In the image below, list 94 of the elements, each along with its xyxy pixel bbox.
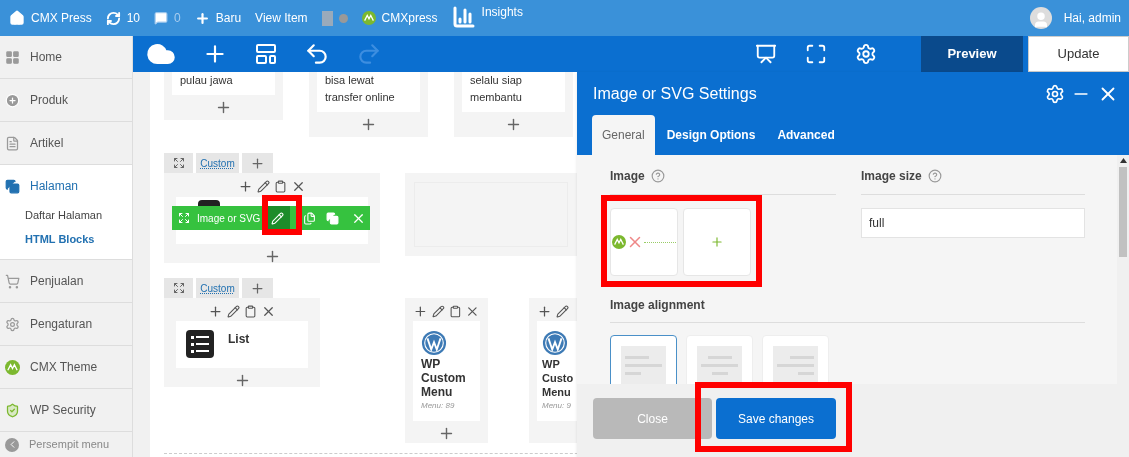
collapse-menu[interactable]: Persempit menu — [0, 432, 132, 457]
list-icon — [186, 330, 214, 358]
custom-link[interactable]: Custom — [196, 278, 239, 298]
sidebar-subitem[interactable]: HTML Blocks — [0, 227, 132, 251]
element-meta: Menu: 9 — [542, 400, 572, 412]
brand-icon — [361, 11, 376, 25]
element-title: WP Custo Menu — [542, 357, 575, 399]
card-text: selalu siap membantu — [470, 73, 523, 105]
gear-icon — [5, 316, 20, 332]
admin-bar-item[interactable]: CMXpress — [354, 0, 445, 36]
sidebar-item[interactable]: Artikel — [0, 122, 132, 164]
sidebar-item[interactable]: WP Security — [0, 389, 132, 431]
card-text: bisa lewat transfer online — [325, 73, 396, 105]
clipboard-icon[interactable] — [448, 304, 462, 318]
undo-icon[interactable] — [304, 41, 330, 67]
add-icon[interactable] — [537, 303, 552, 319]
clipboard-icon[interactable] — [244, 304, 257, 318]
document-icon — [5, 135, 20, 151]
expand-icon — [172, 157, 185, 169]
element-meta: Menu: 89 — [421, 400, 456, 412]
refresh-icon — [105, 10, 121, 26]
add-icon — [250, 280, 265, 296]
brand-icon — [5, 359, 20, 375]
settings-icon[interactable] — [855, 43, 877, 65]
panel-title: Image or SVG Settings — [593, 83, 757, 104]
bar-chart-icon — [451, 5, 476, 29]
add-tab[interactable] — [242, 153, 273, 173]
custom-link[interactable]: Custom — [196, 153, 239, 173]
expand-tab[interactable] — [164, 153, 193, 173]
add-icon[interactable] — [505, 116, 522, 133]
panel-tab[interactable]: Advanced — [767, 115, 845, 155]
add-icon — [250, 155, 265, 171]
add-tab[interactable] — [242, 278, 273, 298]
add-icon[interactable] — [215, 99, 232, 116]
wordpress-icon — [542, 330, 568, 356]
add-icon[interactable] — [360, 116, 377, 133]
preview-button[interactable]: Preview — [921, 36, 1023, 72]
edit-icon[interactable] — [556, 304, 569, 318]
grid-icon — [5, 49, 20, 65]
image-thumbnail[interactable] — [610, 208, 678, 276]
field-label: Image — [610, 168, 645, 185]
sidebar-item[interactable]: Produk — [0, 79, 132, 121]
account-greeting[interactable]: Hai, admin — [1063, 9, 1121, 27]
field-label: Image size — [861, 168, 922, 185]
sidebar-item[interactable]: CMX Theme — [0, 346, 132, 388]
field-label: Image alignment — [610, 296, 1085, 323]
sidebar-item[interactable]: Penjualan — [0, 260, 132, 302]
sidebar-item[interactable]: Pengaturan — [0, 303, 132, 345]
edit-icon[interactable] — [257, 179, 270, 193]
admin-bar-item[interactable]: Insights — [444, 0, 530, 36]
update-button[interactable]: Update — [1028, 36, 1129, 72]
sidebar-item[interactable]: Home — [0, 36, 132, 78]
highlight-frame — [262, 195, 302, 235]
fullscreen-icon[interactable] — [805, 43, 827, 65]
plus-icon — [710, 235, 724, 249]
panel-tab[interactable]: Design Options — [656, 115, 766, 155]
shield-icon — [5, 402, 20, 418]
help-icon[interactable] — [927, 169, 942, 183]
cart-icon — [5, 273, 20, 289]
element-title: WP Custom Menu — [421, 357, 467, 399]
admin-bar-item[interactable]: Baru — [187, 0, 249, 36]
image-size-field[interactable]: full — [861, 208, 1085, 238]
admin-bar-item[interactable]: CMX Press — [2, 0, 99, 36]
element-name: Image or SVG — [197, 211, 261, 226]
element-title: List — [228, 331, 250, 348]
wordpress-icon — [421, 330, 447, 356]
panel-tab[interactable]: General — [592, 115, 655, 155]
add-icon[interactable] — [238, 178, 253, 194]
admin-bar-item[interactable]: 10 — [98, 0, 148, 36]
comment-icon — [154, 11, 169, 25]
scroll-up-icon[interactable] — [1119, 158, 1127, 163]
add-icon[interactable] — [438, 425, 455, 442]
expand-icon — [172, 282, 185, 294]
edit-icon[interactable] — [227, 304, 240, 318]
clipboard-icon[interactable] — [274, 179, 287, 193]
avatar-icon — [1029, 7, 1052, 29]
layout-icon[interactable] — [254, 42, 278, 66]
pencil-icon — [270, 211, 284, 225]
card-text: pulau jawa — [180, 73, 234, 88]
alignment-option[interactable] — [610, 335, 677, 384]
save-button[interactable]: Save changes — [716, 398, 836, 439]
edit-icon[interactable] — [431, 304, 445, 318]
home-icon — [9, 10, 25, 26]
add-icon[interactable] — [208, 303, 223, 319]
plus-icon — [194, 10, 210, 26]
scroll-thumb[interactable] — [1119, 167, 1127, 257]
expand-tab[interactable] — [164, 278, 193, 298]
admin-bar-item[interactable]: View Item — [248, 0, 315, 36]
pages-icon — [5, 178, 20, 194]
collapse-icon — [5, 437, 19, 452]
help-icon[interactable] — [650, 169, 665, 183]
presentation-icon[interactable] — [755, 43, 777, 65]
plus-circle-icon — [5, 92, 20, 108]
settings-icon[interactable] — [1045, 83, 1065, 104]
